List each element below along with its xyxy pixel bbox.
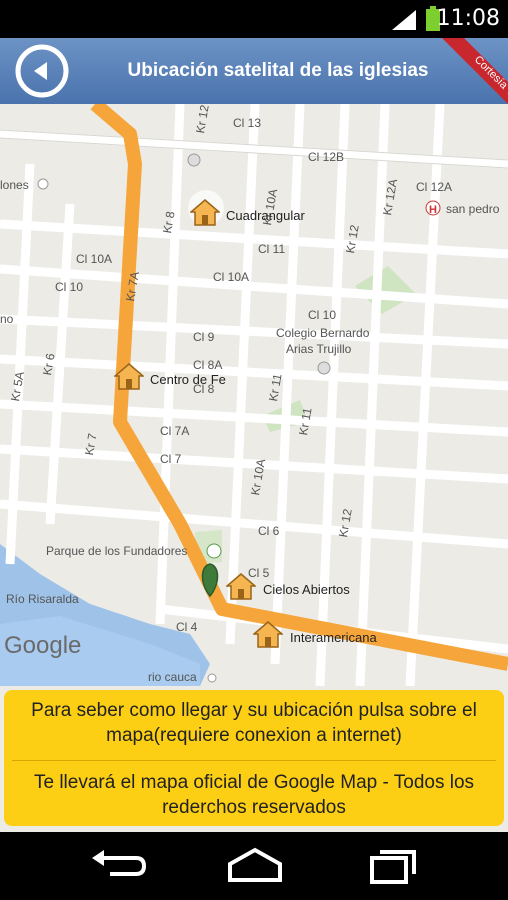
info-text-google-map: Te llevará el mapa oficial de Google Map… (33, 772, 475, 818)
street-label: Cl 7A (160, 424, 190, 438)
street-label: Cl 11 (258, 242, 286, 256)
info-text-directions: Para seber como llegar y su ubicación pu… (31, 700, 477, 746)
google-logo: Google (4, 632, 82, 659)
church-label[interactable]: Cielos Abiertos (263, 582, 350, 597)
poi-dot-icon (317, 361, 331, 375)
signal-icon (392, 10, 416, 30)
street-label: Cl 7 (160, 452, 182, 466)
street-label: Cl 10A (76, 252, 113, 266)
place-label: Río Risaralda (6, 592, 79, 606)
church-icon[interactable] (253, 620, 283, 648)
recent-apps-nav-button[interactable] (356, 840, 426, 892)
page-title: Ubicación satelital de las iglesias (127, 60, 429, 81)
info-panel: Para seber como llegar y su ubicación pu… (0, 686, 508, 832)
church-icon[interactable] (114, 362, 144, 390)
poi-dot-icon (187, 153, 201, 167)
church-icon[interactable] (226, 572, 256, 600)
place-label: san pedro (446, 202, 500, 216)
church-icon[interactable] (190, 198, 220, 226)
church-label[interactable]: Centro de Fe (150, 372, 226, 387)
street-label: Cl 12A (416, 180, 453, 194)
clock: 11:08 (436, 6, 500, 31)
place-label: lones (0, 178, 29, 192)
street-label: Cl 4 (176, 620, 198, 634)
place-label: Parque de los Fundadores (46, 544, 188, 558)
back-button[interactable] (14, 43, 70, 99)
navigation-bar (0, 832, 508, 900)
street-label: Cl 6 (258, 524, 280, 538)
info-box: Para seber como llegar y su ubicación pu… (4, 690, 504, 826)
poi-dot-icon (37, 178, 49, 190)
back-arrow-icon (34, 62, 47, 80)
street-label: Cl 10 (308, 308, 337, 322)
place-label: rio cauca (148, 670, 197, 684)
street-label: Cl 10 (55, 280, 84, 294)
map-view[interactable]: H Cl 13 Cl 12B Cl 12A Cl 11 Cl 10A Cl 10… (0, 104, 508, 686)
church-label[interactable]: Interamericana (290, 630, 377, 645)
place-label: Arias Trujillo (286, 342, 352, 356)
church-label[interactable]: Cuadrangular (226, 208, 305, 223)
info-divider (12, 760, 496, 761)
street-label: Cl 13 (233, 116, 262, 130)
park-icon (206, 543, 222, 559)
svg-text:H: H (429, 204, 437, 216)
status-bar: 11:08 (0, 0, 508, 38)
street-label: Cl 8A (193, 358, 223, 372)
back-nav-button[interactable] (84, 840, 154, 892)
street-label: Cl 9 (193, 330, 215, 344)
street-label: Cl 12B (308, 150, 345, 164)
place-label: no (0, 312, 14, 326)
home-nav-button[interactable] (220, 840, 290, 892)
street-label: Cl 10A (213, 270, 250, 284)
place-label: Colegio Bernardo (276, 326, 370, 340)
